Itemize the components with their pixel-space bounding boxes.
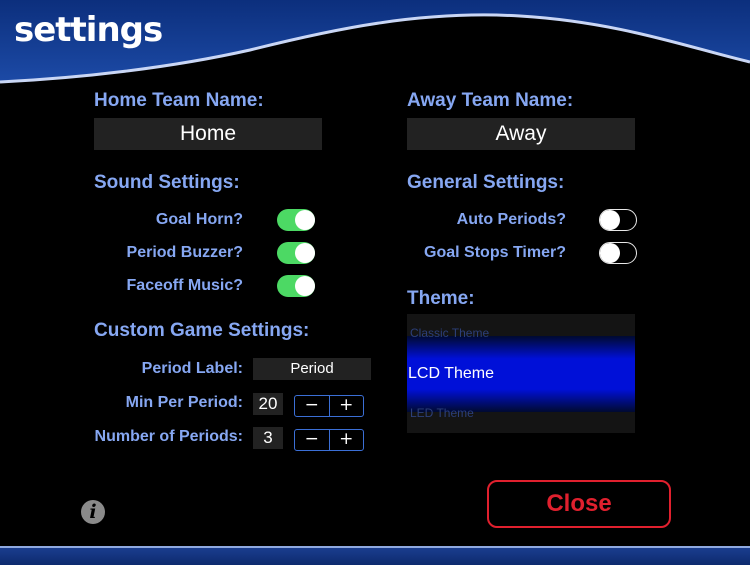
decrement-button[interactable]: − (295, 396, 330, 416)
general-settings-title: General Settings: (407, 172, 565, 193)
period-label-label: Period Label: (141, 360, 243, 377)
auto-periods-toggle[interactable] (599, 209, 637, 231)
goal-stops-timer-toggle[interactable] (599, 242, 637, 264)
toggle-knob (295, 276, 315, 296)
min-per-period-value: 20 (253, 393, 283, 415)
info-icon[interactable]: i (81, 500, 105, 524)
toggle-knob (600, 210, 620, 230)
sound-settings-title: Sound Settings: (94, 172, 240, 193)
increment-button[interactable]: + (330, 396, 364, 416)
theme-option-led[interactable]: LED Theme (410, 406, 474, 420)
away-team-name-field[interactable]: Away (407, 118, 635, 150)
decrement-button[interactable]: − (295, 430, 330, 450)
toggle-knob (295, 243, 315, 263)
toggle-knob (295, 210, 315, 230)
header-banner: settings (0, 0, 750, 90)
theme-option-classic[interactable]: Classic Theme (410, 326, 489, 340)
home-team-name-field[interactable]: Home (94, 118, 322, 150)
faceoff-music-label: Faceoff Music? (126, 277, 243, 294)
number-of-periods-value: 3 (253, 427, 283, 449)
period-label-field[interactable]: Period (253, 358, 371, 380)
period-buzzer-toggle[interactable] (277, 242, 315, 264)
auto-periods-label: Auto Periods? (456, 211, 566, 228)
footer-bar (0, 546, 750, 565)
number-of-periods-stepper[interactable]: − + (294, 429, 364, 451)
min-per-period-stepper[interactable]: − + (294, 395, 364, 417)
page-title: settings (14, 10, 163, 50)
toggle-knob (600, 243, 620, 263)
number-of-periods-label: Number of Periods: (94, 428, 243, 445)
period-buzzer-label: Period Buzzer? (126, 244, 243, 261)
min-per-period-label: Min Per Period: (125, 394, 243, 411)
goal-horn-label: Goal Horn? (155, 211, 243, 228)
increment-button[interactable]: + (330, 430, 364, 450)
faceoff-music-toggle[interactable] (277, 275, 315, 297)
goal-stops-timer-label: Goal Stops Timer? (424, 244, 566, 261)
close-button[interactable]: Close (487, 480, 671, 528)
custom-game-settings-title: Custom Game Settings: (94, 320, 310, 341)
goal-horn-toggle[interactable] (277, 209, 315, 231)
away-team-label: Away Team Name: (407, 90, 574, 111)
theme-option-lcd[interactable]: LCD Theme (408, 365, 494, 383)
theme-picker-wheel[interactable]: Classic Theme LCD Theme LED Theme (407, 314, 635, 433)
home-team-label: Home Team Name: (94, 90, 264, 111)
theme-title: Theme: (407, 288, 475, 309)
